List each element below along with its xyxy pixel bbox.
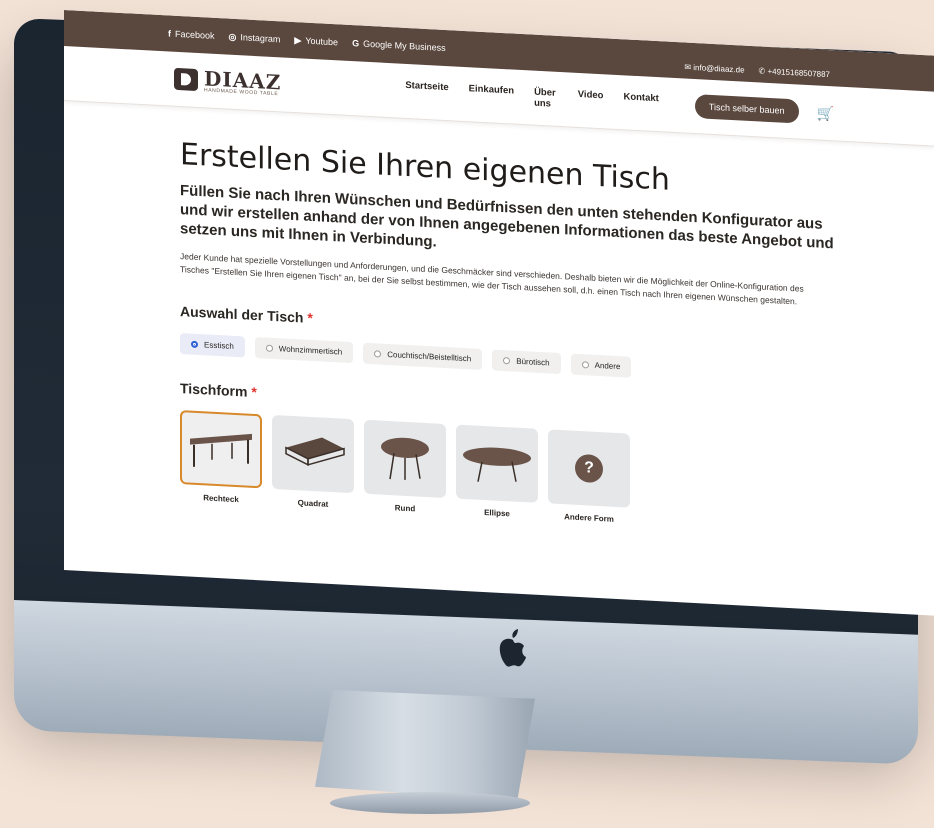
shape-label: Ellipse: [484, 507, 510, 518]
radio-label: Bürotisch: [516, 356, 550, 368]
cart-icon[interactable]: 🛒: [817, 104, 834, 122]
radio-dot-icon: [581, 360, 589, 369]
envelope-icon: ✉: [684, 62, 692, 72]
shape-options: Rechteck Quadrat Rund Ellipse? Andere Form: [180, 409, 864, 537]
shape-option-rechteck[interactable]: Rechteck: [180, 409, 262, 505]
radio-dot-icon: [265, 344, 273, 352]
phone-icon: ✆: [758, 66, 766, 76]
shape-tile[interactable]: ?: [548, 428, 630, 508]
email-text: info@diaaz.de: [693, 62, 745, 75]
shape-tile[interactable]: [180, 409, 262, 488]
nav-item-über-uns[interactable]: Über uns: [534, 87, 558, 110]
table-type-radio[interactable]: Wohnzimmertisch: [254, 336, 354, 363]
email-link[interactable]: ✉ info@diaaz.de: [684, 63, 744, 75]
apple-logo-icon: [499, 629, 526, 667]
shape-label: Rund: [394, 502, 416, 514]
radio-dot-icon: [503, 356, 511, 364]
shape-label: Rechteck: [203, 492, 239, 504]
shape-label: Andere Form: [564, 511, 614, 524]
table-type-radio[interactable]: Couchtisch/Beistelltisch: [363, 342, 483, 370]
radio-dot-icon: [191, 340, 198, 348]
shape-option-quadrat[interactable]: Quadrat: [272, 414, 354, 509]
shape-title-text: Tischform: [180, 379, 248, 400]
main-content: Erstellen Sie Ihren eigenen Tisch Füllen…: [64, 101, 934, 540]
nav-item-startseite[interactable]: Startseite: [405, 80, 448, 104]
shape-option-ellipse[interactable]: Ellipse: [456, 424, 538, 519]
facebook-icon: f: [168, 28, 171, 39]
table-type-radio[interactable]: Bürotisch: [492, 349, 561, 374]
shape-label: Quadrat: [297, 497, 329, 509]
logo[interactable]: DIAAZ HANDMADE WOOD TABLE: [174, 66, 281, 97]
required-mark: *: [251, 383, 257, 400]
table-type-radio[interactable]: Andere: [570, 353, 632, 378]
nav-item-einkaufen[interactable]: Einkaufen: [469, 83, 514, 107]
contact-info: ✉ info@diaaz.de ✆ +4915168507887: [684, 63, 830, 80]
required-mark: *: [307, 309, 313, 326]
table-choice-title-text: Auswahl der Tisch: [180, 302, 304, 326]
phone-link[interactable]: ✆ +4915168507887: [759, 66, 830, 79]
phone-text: +4915168507887: [767, 66, 830, 80]
table-rechteck-icon: [190, 433, 252, 467]
monitor-stand: [315, 690, 535, 800]
logo-mark-icon: [174, 67, 198, 92]
radio-label: Andere: [594, 360, 621, 371]
radio-dot-icon: [374, 349, 382, 358]
table-quadrat-icon: [285, 437, 345, 466]
monitor-stand-foot: [330, 792, 530, 814]
build-table-button[interactable]: Tisch selber bauen: [694, 94, 799, 124]
social-link-label: Youtube: [305, 35, 339, 48]
question-mark-icon: ?: [575, 453, 603, 483]
social-link-youtube[interactable]: ▶ Youtube: [294, 35, 338, 48]
radio-label: Couchtisch/Beistelltisch: [387, 349, 472, 363]
table-ellipse-icon: [463, 447, 531, 482]
nav-item-kontakt[interactable]: Kontakt: [623, 91, 658, 115]
table-type-radio[interactable]: Esstisch: [180, 332, 245, 358]
table-rund-icon: [381, 437, 429, 480]
shape-option-rund[interactable]: Rund: [364, 419, 446, 514]
shape-tile[interactable]: [272, 414, 354, 493]
shape-tile[interactable]: [456, 424, 538, 503]
social-link-instagram[interactable]: ◎ Instagram: [229, 31, 281, 45]
instagram-icon: ◎: [228, 31, 237, 42]
social-link-google-my-business[interactable]: G Google My Business: [352, 38, 446, 54]
nav-item-video[interactable]: Video: [578, 89, 604, 112]
social-link-label: Facebook: [175, 28, 215, 41]
google-icon: G: [352, 38, 360, 49]
radio-label: Wohnzimmertisch: [278, 343, 343, 357]
social-link-label: Instagram: [240, 32, 281, 45]
shape-tile[interactable]: [364, 419, 446, 498]
youtube-icon: ▶: [294, 34, 302, 45]
social-link-facebook[interactable]: f Facebook: [168, 28, 215, 41]
social-link-label: Google My Business: [363, 38, 446, 54]
radio-label: Esstisch: [204, 339, 234, 351]
browser-screen: f Facebook ◎ Instagram ▶ Youtube G Google My Bu…: [64, 10, 934, 616]
main-menu: Startseite Einkaufen Über uns Video Kontakt: [405, 80, 659, 115]
shape-option-andere-form[interactable]: ? Andere Form: [548, 428, 630, 524]
